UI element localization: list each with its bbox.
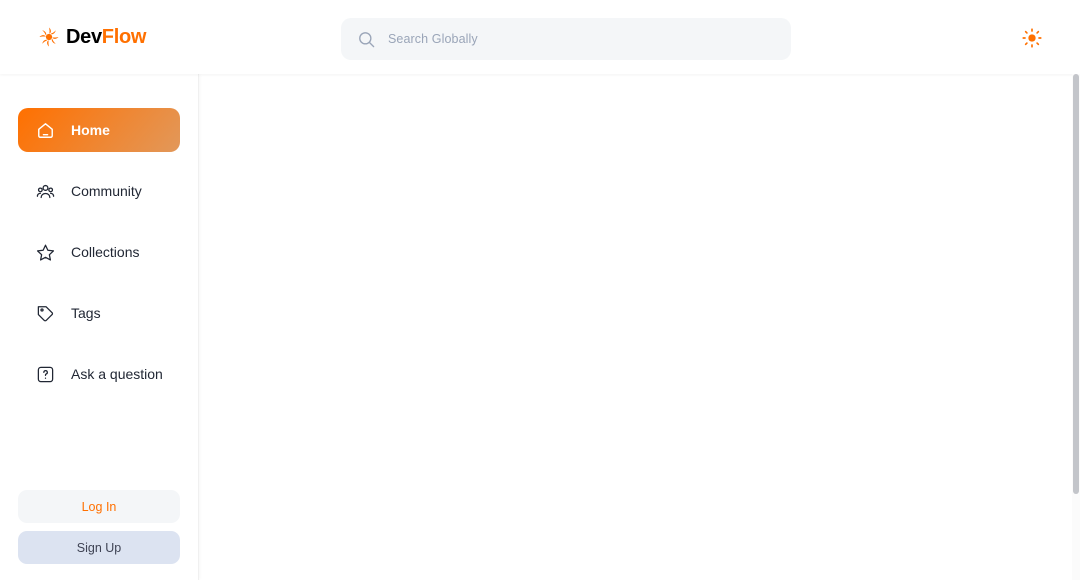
sidebar-item-home[interactable]: Home xyxy=(18,108,180,152)
sidebar-item-ask-a-question[interactable]: Ask a question xyxy=(18,352,180,396)
logo-text-accent: Flow xyxy=(102,26,146,48)
home-icon xyxy=(36,121,55,140)
top-navbar: DevFlow Search Globally xyxy=(0,0,1080,74)
sidebar-item-label: Tags xyxy=(71,305,101,321)
signup-button[interactable]: Sign Up xyxy=(18,531,180,564)
global-search-placeholder: Search Globally xyxy=(388,32,478,46)
sidebar-item-tags[interactable]: Tags xyxy=(18,291,180,335)
star-icon xyxy=(36,243,55,262)
logo-text: DevFlow xyxy=(66,26,146,49)
logo-text-primary: Dev xyxy=(66,26,102,48)
auth-buttons: Log In Sign Up xyxy=(0,490,198,580)
sidebar-item-label: Community xyxy=(71,183,142,199)
sidebar-item-label: Ask a question xyxy=(71,366,163,382)
sidebar-item-collections[interactable]: Collections xyxy=(18,230,180,274)
sidebar-item-label: Home xyxy=(71,122,110,138)
page-scrollbar-thumb[interactable] xyxy=(1073,74,1079,494)
sun-icon[interactable] xyxy=(1022,28,1042,48)
sidebar-item-community[interactable]: Community xyxy=(18,169,180,213)
tag-icon xyxy=(36,304,55,323)
page-scrollbar-track[interactable] xyxy=(1072,74,1080,580)
question-box-icon xyxy=(36,365,55,384)
sun-burst-logo-icon xyxy=(38,26,60,48)
left-sidebar: Home Community Collections Tags xyxy=(0,74,199,580)
users-icon xyxy=(36,182,55,201)
global-search-bar[interactable]: Search Globally xyxy=(341,18,791,60)
sidebar-item-label: Collections xyxy=(71,244,139,260)
search-icon xyxy=(357,30,376,49)
app-logo[interactable]: DevFlow xyxy=(38,26,146,49)
login-button[interactable]: Log In xyxy=(18,490,180,523)
